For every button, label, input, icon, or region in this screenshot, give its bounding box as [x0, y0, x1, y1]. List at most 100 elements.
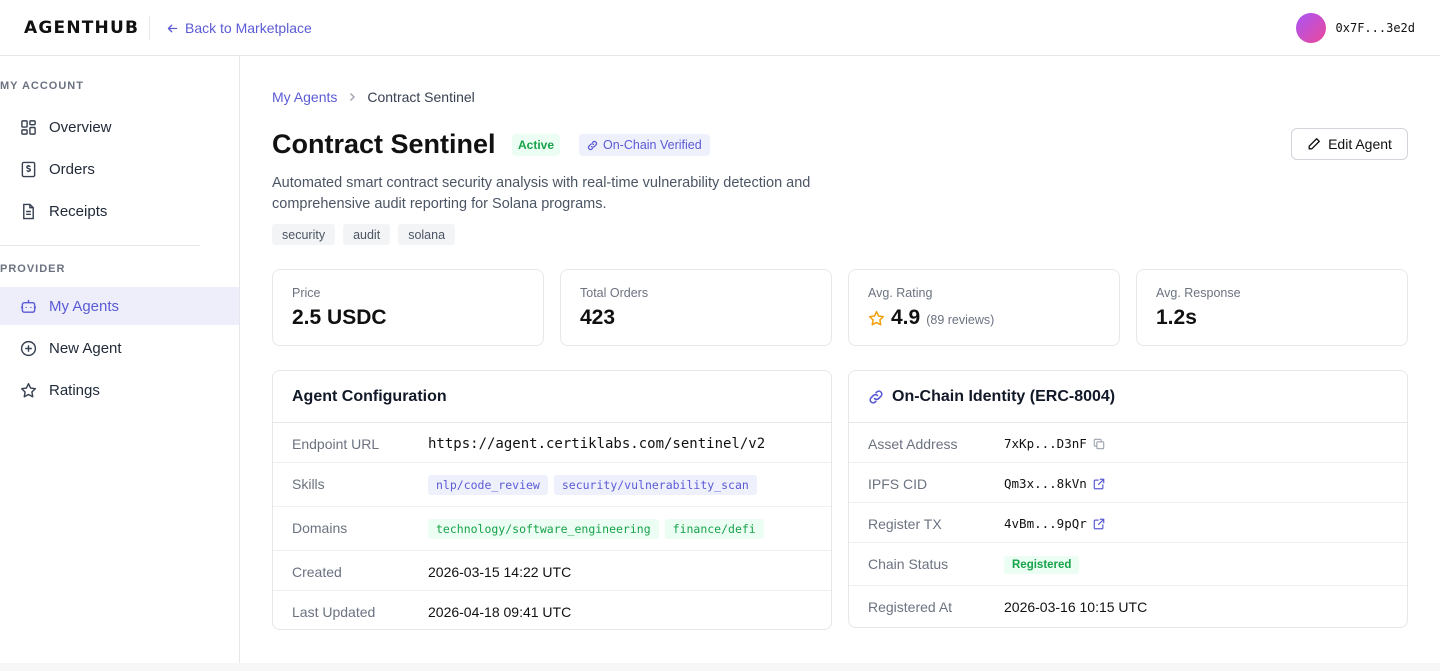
link-icon [587, 140, 598, 150]
sidebar-item-label: Ratings [49, 381, 100, 399]
price-value: 2.5 USDC [292, 306, 387, 329]
sidebar: MY ACCOUNT Overview Orders Receipts PROV… [0, 56, 240, 663]
sidebar-item-my-agents[interactable]: My Agents [0, 287, 239, 325]
stat-value: 4.9 (89 reviews) [868, 306, 994, 330]
sidebar-section-provider: PROVIDER [0, 263, 66, 275]
row-label: Last Updated [292, 604, 376, 620]
identity-row-ipfs: IPFS CID Qm3x...8kVn [849, 463, 1407, 503]
avatar [1295, 13, 1326, 43]
register-tx: 4vBm...9pQr [1004, 516, 1087, 531]
grid-icon [21, 119, 36, 135]
config-row-domains: Domains technology/software_engineering … [273, 507, 831, 551]
config-row-updated: Last Updated 2026-04-18 09:41 UTC [273, 591, 831, 629]
sidebar-item-receipts[interactable]: Receipts [0, 192, 239, 230]
external-link-icon[interactable] [1093, 478, 1105, 490]
external-link-icon[interactable] [1093, 518, 1105, 530]
endpoint-url[interactable]: https://agent.certiklabs.com/sentinel/v2 [428, 436, 765, 452]
link-icon [869, 389, 883, 404]
status-badge: Registered [1004, 556, 1080, 574]
created-value: 2026-03-15 14:22 UTC [428, 564, 572, 580]
response-value: 1.2s [1156, 306, 1197, 329]
sidebar-item-overview[interactable]: Overview [0, 108, 239, 146]
asset-address: 7xKp...D3nF [1004, 436, 1087, 451]
stat-value: 423 [580, 306, 615, 330]
stat-label: Total Orders [580, 286, 649, 300]
breadcrumb-current: Contract Sentinel [367, 89, 475, 105]
tag: audit [343, 224, 391, 245]
on-chain-verified-badge: On-Chain Verified [579, 134, 710, 156]
identity-row-registered: Registered At 2026-03-16 10:15 UTC [849, 586, 1407, 627]
updated-value: 2026-04-18 09:41 UTC [428, 604, 572, 620]
edit-agent-label: Edit Agent [1328, 136, 1392, 152]
row-label: Domains [292, 520, 348, 536]
breadcrumb-my-agents-link[interactable]: My Agents [272, 89, 337, 105]
chevron-right-icon [350, 93, 356, 101]
row-label: Register TX [868, 516, 942, 532]
edit-agent-button[interactable]: Edit Agent [1291, 128, 1408, 160]
sidebar-item-ratings[interactable]: Ratings [0, 371, 239, 409]
orders-value: 423 [580, 306, 616, 329]
agent-description: Automated smart contract security analys… [272, 175, 811, 212]
top-bar: AGENTHUB Back to Marketplace 0x7F...3e2d [0, 0, 1440, 56]
row-label: IPFS CID [868, 476, 928, 492]
wallet-button[interactable]: 0x7F...3e2d [1295, 13, 1415, 43]
pencil-icon [1308, 138, 1320, 150]
row-label: Skills [292, 476, 325, 492]
status-badge: Active [512, 134, 561, 156]
arrow-left-icon [167, 24, 178, 32]
stat-label: Price [292, 286, 321, 300]
stat-label: Avg. Rating [868, 286, 933, 300]
row-label: Asset Address [868, 436, 958, 452]
sidebar-item-orders[interactable]: Orders [0, 150, 239, 188]
identity-row-status: Chain Status Registered [849, 543, 1407, 586]
sidebar-section-my-account: MY ACCOUNT [0, 80, 84, 92]
header-divider [149, 16, 150, 40]
robot-icon [20, 299, 37, 313]
star-icon [868, 310, 885, 325]
breadcrumb: My Agents Contract Sentinel [272, 89, 475, 105]
app-logo[interactable]: AGENTHUB [24, 18, 139, 38]
config-row-created: Created 2026-03-15 14:22 UTC [273, 551, 831, 591]
row-label: Chain Status [868, 556, 949, 572]
agent-configuration-panel: Agent Configuration Endpoint URL https:/… [272, 370, 832, 630]
config-row-endpoint: Endpoint URL https://agent.certiklabs.co… [273, 423, 831, 463]
stat-card-response: Avg. Response 1.2s [1136, 269, 1408, 346]
stat-card-orders: Total Orders 423 [560, 269, 832, 346]
back-to-marketplace-link[interactable]: Back to Marketplace [166, 20, 312, 36]
back-link-label: Back to Marketplace [185, 20, 312, 36]
domain-chip: finance/defi [664, 519, 764, 539]
domains-list: technology/software_engineering finance/… [428, 519, 764, 539]
sidebar-divider [0, 245, 200, 246]
plus-circle-icon [20, 340, 37, 356]
ipfs-cid-value: Qm3x...8kVn [1004, 476, 1105, 491]
stat-value: 1.2s [1156, 306, 1197, 330]
sidebar-item-label: Overview [49, 118, 112, 136]
copy-icon[interactable] [1093, 438, 1105, 450]
stat-label: Avg. Response [1156, 286, 1241, 300]
panel-title: On-Chain Identity (ERC-8004) [849, 371, 1407, 423]
page-title: Contract Sentinel [272, 129, 496, 159]
identity-row-asset: Asset Address 7xKp...D3nF [849, 423, 1407, 463]
asset-address-value: 7xKp...D3nF [1004, 436, 1105, 451]
sidebar-item-label: New Agent [49, 339, 122, 357]
register-tx-value: 4vBm...9pQr [1004, 516, 1105, 531]
config-title: Agent Configuration [292, 387, 447, 405]
rating-value: 4.9 [891, 306, 921, 329]
row-label: Endpoint URL [292, 436, 380, 452]
chain-status-value: Registered [1004, 556, 1080, 574]
domain-chip: technology/software_engineering [428, 519, 659, 539]
panel-title: Agent Configuration [273, 371, 831, 423]
sidebar-item-new-agent[interactable]: New Agent [0, 329, 239, 367]
tag: security [272, 224, 336, 245]
dollar-receipt-icon [21, 161, 36, 177]
wallet-address: 0x7F...3e2d [1335, 21, 1415, 35]
row-label: Registered At [868, 599, 953, 615]
identity-row-tx: Register TX 4vBm...9pQr [849, 503, 1407, 543]
stat-value: 2.5 USDC [292, 306, 387, 330]
config-row-skills: Skills nlp/code_review security/vulnerab… [273, 463, 831, 507]
stat-card-price: Price 2.5 USDC [272, 269, 544, 346]
ipfs-cid: Qm3x...8kVn [1004, 476, 1087, 491]
star-icon [20, 382, 37, 397]
review-count: (89 reviews) [926, 313, 995, 327]
skill-chip: security/vulnerability_scan [553, 475, 757, 495]
